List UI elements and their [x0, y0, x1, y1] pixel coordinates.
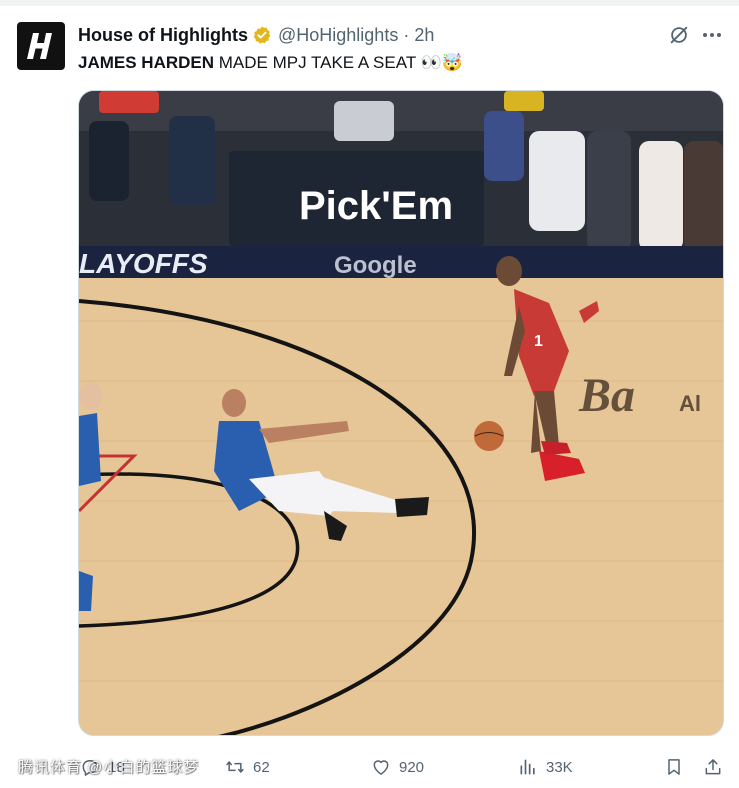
watermark: 腾讯体育 @小白的篮球梦: [18, 759, 200, 776]
house-of-highlights-logo-icon: [27, 33, 52, 59]
handle[interactable]: @HoHighlights: [278, 25, 398, 46]
tweet-text-rest: MADE MPJ TAKE A SEAT 👀🤯: [214, 53, 463, 72]
share-button[interactable]: [703, 754, 723, 780]
verified-badge-icon: [253, 26, 271, 44]
banner-left-text: LAYOFFS: [79, 248, 208, 279]
bookmark-button[interactable]: [664, 754, 684, 780]
tweet-header: House of Highlights @HoHighlights · 2h: [78, 24, 434, 46]
tweet-text: JAMES HARDEN MADE MPJ TAKE A SEAT 👀🤯: [78, 52, 463, 74]
like-count: 920: [399, 758, 425, 776]
basketball: [474, 421, 504, 451]
retweet-button[interactable]: 62: [225, 754, 270, 780]
floor-logo-sub: Al: [679, 391, 701, 416]
analytics-icon: [520, 759, 535, 775]
banner-right-text: Google: [334, 252, 417, 279]
avatar[interactable]: [17, 22, 65, 70]
separator-dot: ·: [403, 24, 410, 45]
like-button[interactable]: 920: [371, 754, 424, 780]
basketball-court-scene: Pick'Em LAYOFFS Google Ba Al 1: [79, 91, 723, 735]
jersey-number: 1: [534, 333, 543, 350]
heart-icon: [373, 760, 389, 775]
display-name[interactable]: House of Highlights: [78, 25, 248, 46]
timestamp[interactable]: 2h: [414, 25, 434, 46]
grok-icon[interactable]: [668, 24, 690, 46]
more-options-icon[interactable]: [700, 24, 724, 46]
tweet-media-video[interactable]: Pick'Em LAYOFFS Google Ba Al 1: [78, 90, 724, 736]
views-button[interactable]: 33K: [518, 754, 573, 780]
retweet-icon: [226, 761, 244, 773]
floor-logo: Ba: [578, 369, 635, 422]
scoreboard-text: Pick'Em: [299, 184, 453, 228]
retweet-count: 62: [253, 758, 270, 776]
view-count: 33K: [546, 758, 573, 776]
top-divider: [0, 0, 739, 6]
tweet-text-bold: JAMES HARDEN: [78, 53, 215, 72]
share-icon: [705, 759, 721, 775]
bookmark-icon: [668, 759, 680, 775]
